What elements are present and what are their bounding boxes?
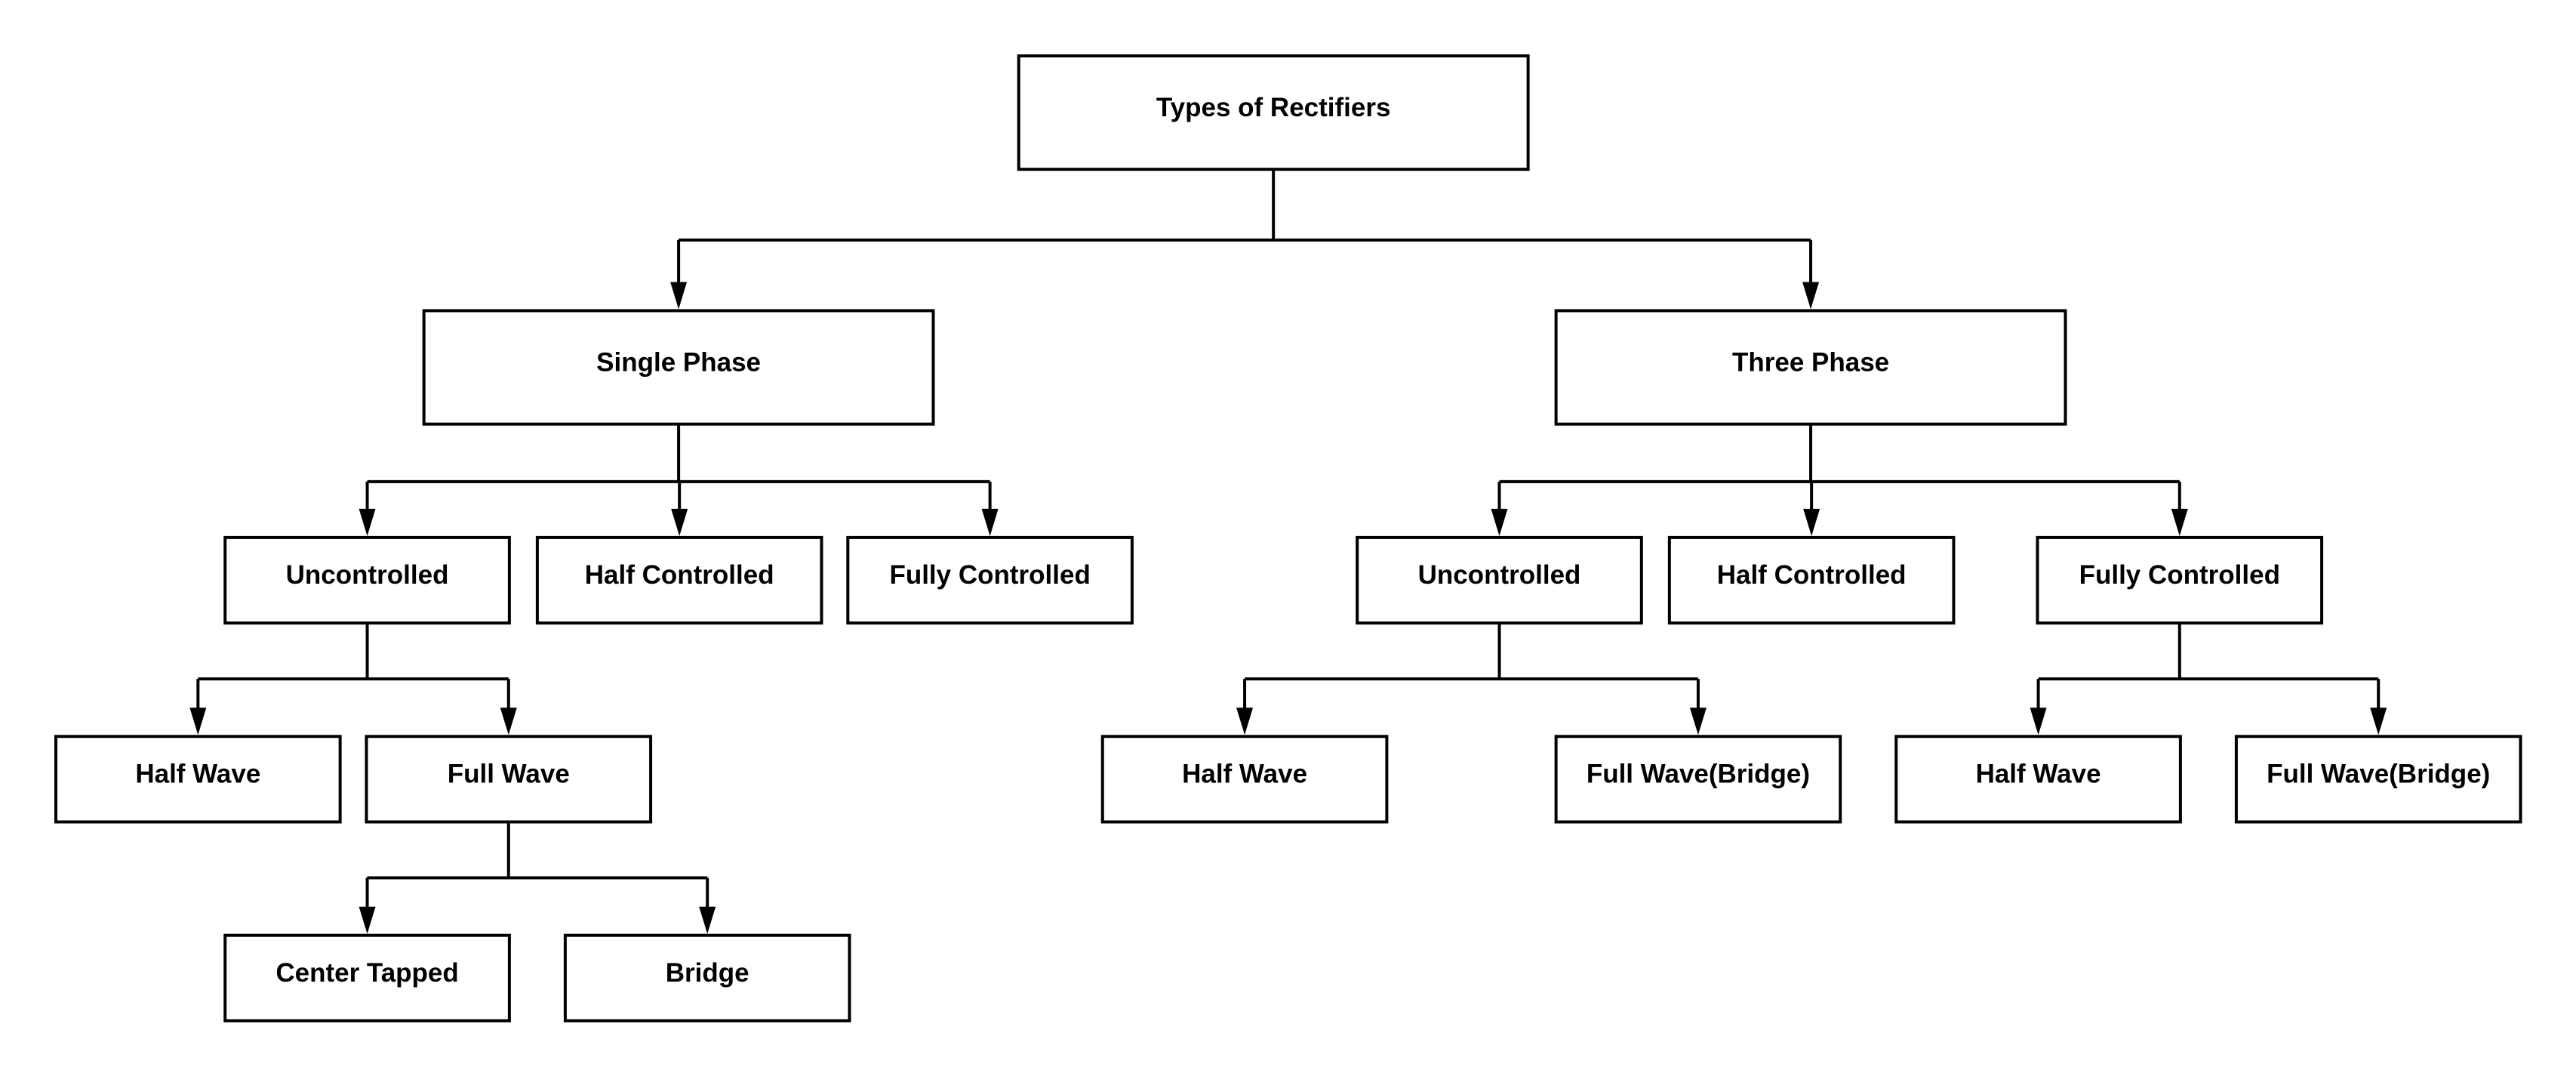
edge-group-tp-uncontrolled [1236,623,1707,735]
arrowhead-icon [2030,708,2047,735]
node-label: Single Phase [596,347,761,377]
node-label: Full Wave(Bridge) [2267,760,2490,789]
node-tp-unc-full-wave-bridge[interactable]: Full Wave(Bridge) [1554,735,1842,824]
node-three-phase[interactable]: Three Phase [1554,309,2067,426]
edge-group-single-phase [359,424,999,536]
arrowhead-icon [1802,282,1820,310]
node-sp-center-tapped[interactable]: Center Tapped [223,933,511,1022]
arrowhead-icon [670,282,688,310]
node-single-phase[interactable]: Single Phase [422,309,935,426]
arrowhead-icon [359,906,376,934]
node-sp-fully-controlled[interactable]: Fully Controlled [846,535,1134,625]
node-label: Half Controlled [1717,560,1907,590]
node-label: Types of Rectifiers [1156,93,1391,122]
edge-group-tp-fully-controlled [2030,623,2387,735]
node-tp-fc-half-wave[interactable]: Half Wave [1894,735,2182,824]
node-sp-bridge[interactable]: Bridge [563,933,851,1022]
node-tp-half-controlled[interactable]: Half Controlled [1667,535,1956,625]
rectifier-tree-diagram: Types of Rectifiers Single Phase Three Pha… [54,54,2522,1022]
arrowhead-icon [500,708,517,735]
node-label: Half Controlled [585,560,774,590]
arrowhead-icon [1491,508,1508,536]
node-label: Three Phase [1732,347,1889,377]
node-tp-unc-half-wave[interactable]: Half Wave [1100,735,1389,824]
arrowhead-icon [699,906,716,934]
node-label: Half Wave [1182,760,1307,789]
node-tp-fc-full-wave-bridge[interactable]: Full Wave(Bridge) [2234,735,2522,824]
node-sp-half-wave[interactable]: Half Wave [54,735,342,824]
node-label: Fully Controlled [889,560,1090,590]
node-label: Half Wave [1976,760,2101,789]
arrowhead-icon [359,508,376,536]
arrowhead-icon [671,508,688,536]
node-sp-uncontrolled[interactable]: Uncontrolled [223,535,511,625]
edge-group-sp-full-wave [359,822,716,934]
node-tp-uncontrolled[interactable]: Uncontrolled [1356,535,1643,625]
arrowhead-icon [189,708,207,735]
node-root[interactable]: Types of Rectifiers [1017,54,1530,171]
edge-group-three-phase [1491,424,2188,536]
nodes-layer: Types of Rectifiers Single Phase Three Pha… [54,54,2522,1022]
node-label: Full Wave [448,760,570,789]
edge-group-root [670,169,1820,310]
node-label: Uncontrolled [1418,560,1581,590]
node-label: Full Wave(Bridge) [1587,760,1810,789]
arrowhead-icon [2370,708,2387,735]
node-label: Half Wave [135,760,260,789]
arrowhead-icon [1803,508,1820,536]
arrowhead-icon [981,508,999,536]
node-sp-full-wave[interactable]: Full Wave [365,735,653,824]
node-tp-fully-controlled[interactable]: Fully Controlled [2036,535,2324,625]
node-label: Bridge [666,958,749,988]
node-label: Uncontrolled [286,560,449,590]
node-label: Center Tapped [275,958,458,988]
arrowhead-icon [2171,508,2188,536]
node-sp-half-controlled[interactable]: Half Controlled [535,535,823,625]
arrowhead-icon [1689,708,1707,735]
node-label: Fully Controlled [2079,560,2280,590]
arrowhead-icon [1236,708,1254,735]
edge-group-sp-uncontrolled [189,623,517,735]
